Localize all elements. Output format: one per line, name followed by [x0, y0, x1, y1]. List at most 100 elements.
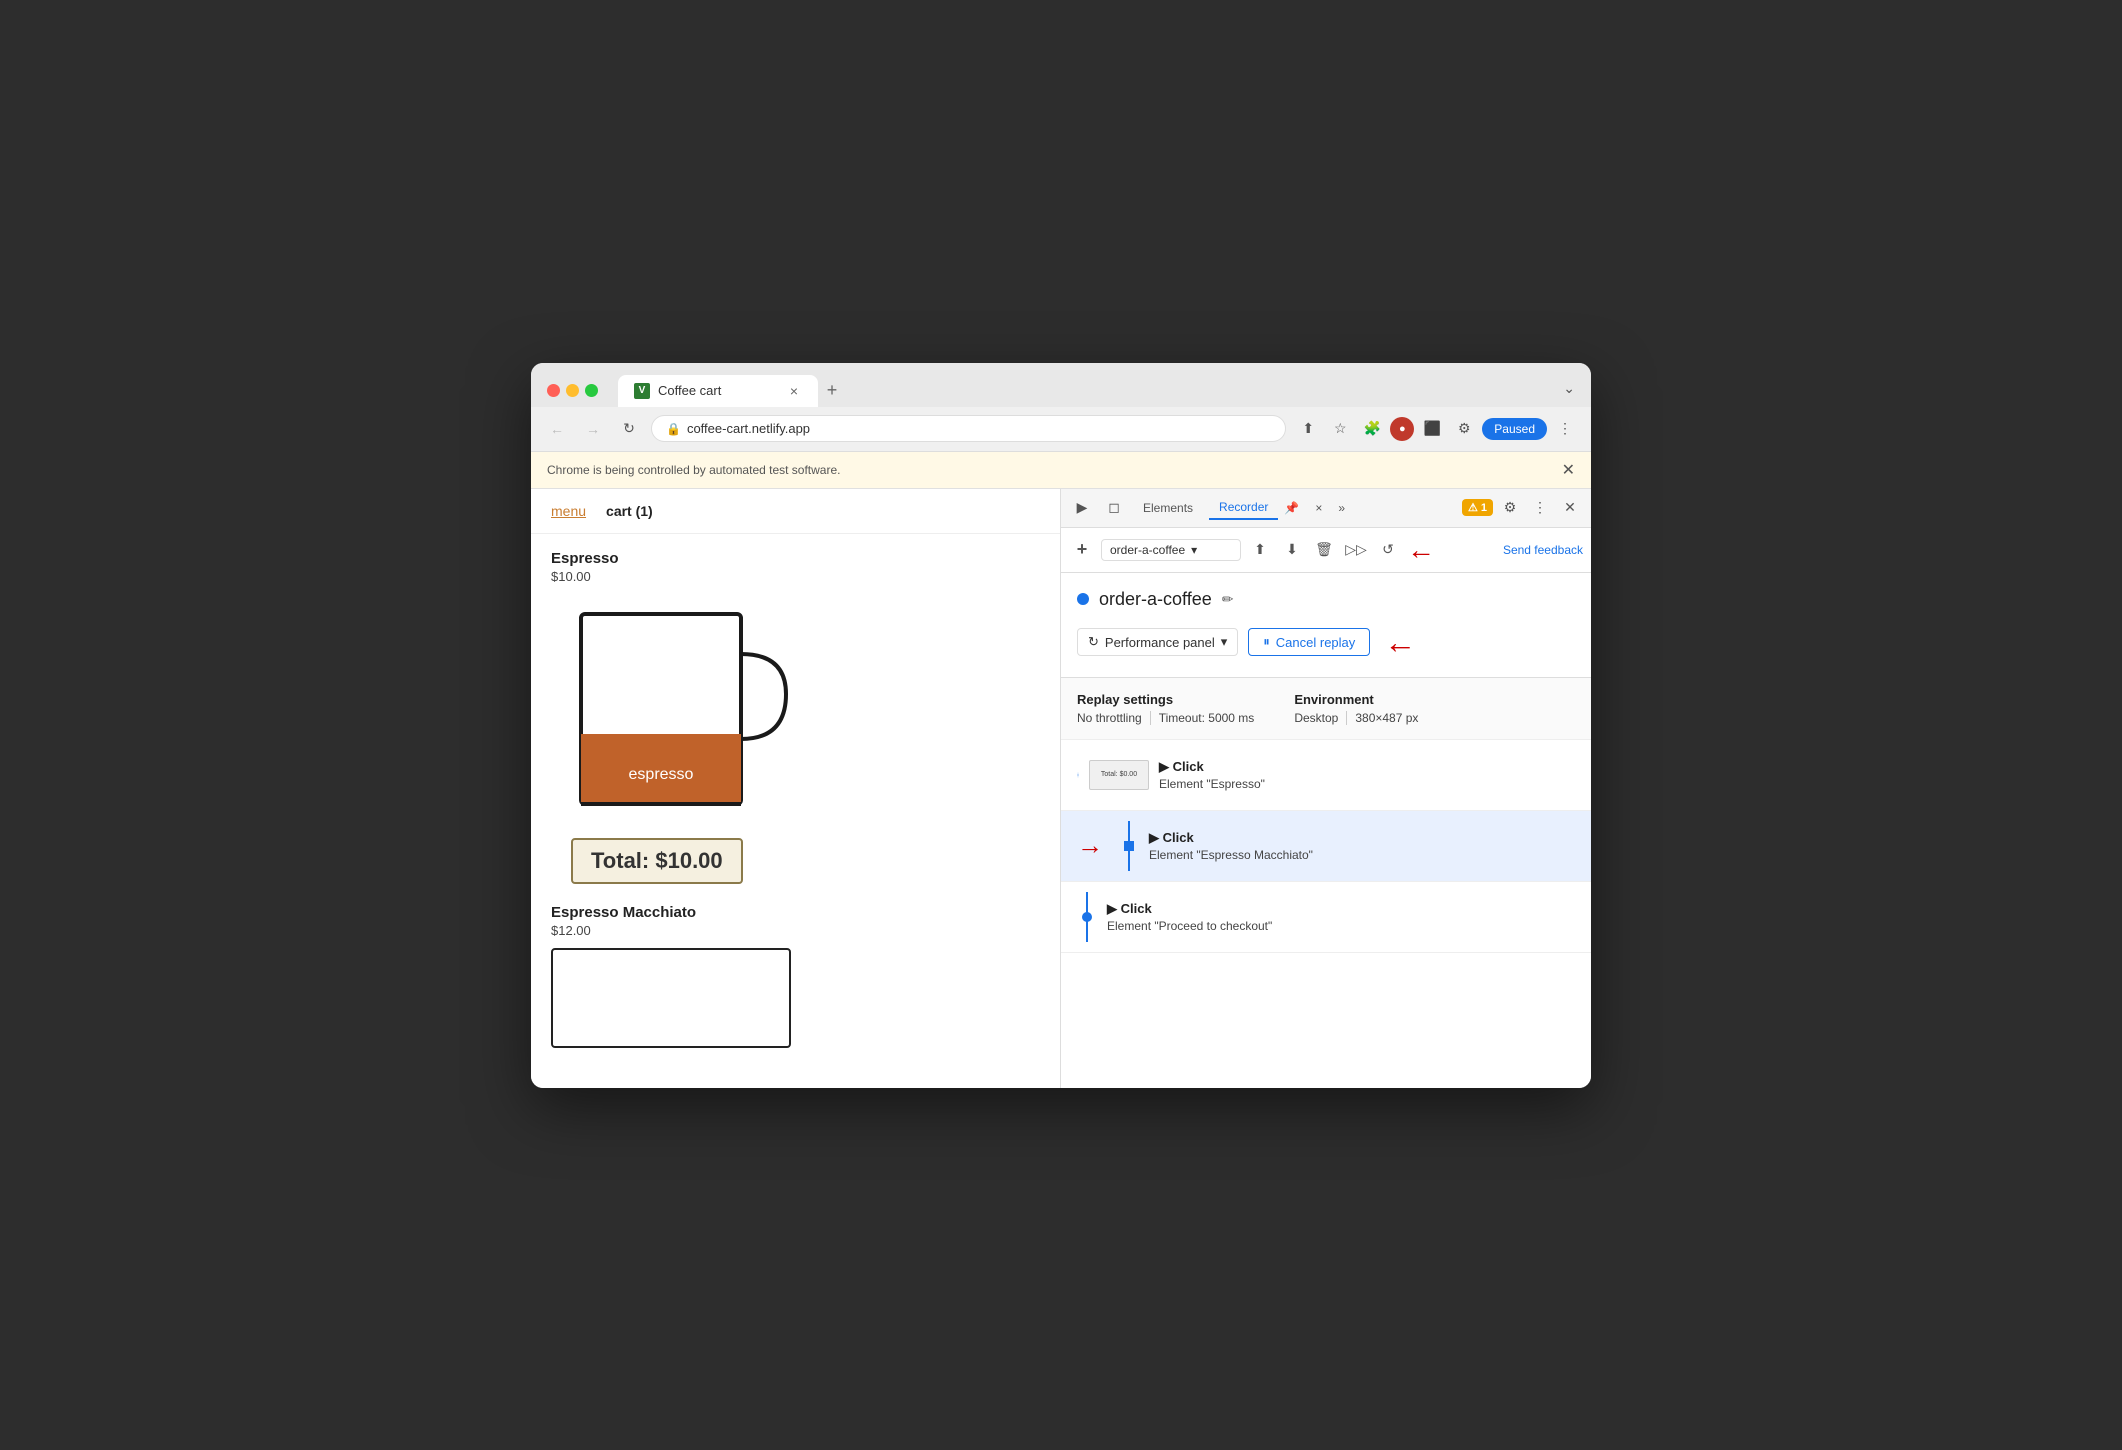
step-2[interactable]: → ▶ Click Element "Espresso Macchiato" [1061, 811, 1591, 882]
env-settings-divider [1346, 711, 1347, 725]
export-recording-button[interactable]: ⬆ [1247, 537, 1273, 563]
step-list: Total: $0.00 ▶ Click Element "Espresso" … [1061, 740, 1591, 1088]
automation-bar: Chrome is being controlled by automated … [531, 452, 1591, 489]
step-1[interactable]: Total: $0.00 ▶ Click Element "Espresso" [1061, 740, 1591, 811]
tab-close-button[interactable]: × [786, 383, 802, 399]
step1-content: ▶ Click Element "Espresso" [1159, 759, 1575, 791]
macchiato-price: $12.00 [551, 923, 1040, 938]
espresso-cup-svg: espresso [551, 594, 791, 854]
espresso-product: Espresso $10.00 espresso [551, 550, 1040, 884]
notification-badge: ⚠ 1 [1462, 499, 1493, 516]
desktop-label: Desktop [1294, 711, 1338, 725]
tab-favicon: V [634, 383, 650, 399]
cancel-replay-button[interactable]: ⏸ Cancel replay [1248, 628, 1370, 656]
traffic-lights [547, 384, 598, 397]
automation-notice-text: Chrome is being controlled by automated … [547, 463, 840, 477]
active-tab[interactable]: V Coffee cart × [618, 375, 818, 407]
inspect-tool-button[interactable]: ▶ [1069, 495, 1095, 521]
tab-title: Coffee cart [658, 383, 778, 398]
address-bar[interactable]: 🔒 coffee-cart.netlify.app [651, 415, 1286, 442]
title-bar: V Coffee cart × + ⌄ [531, 363, 1591, 407]
settings-right-col: Environment Desktop 380×487 px [1294, 692, 1418, 725]
paused-badge[interactable]: Paused [1482, 418, 1547, 440]
maximize-traffic-light[interactable] [585, 384, 598, 397]
recorder-pin-icon: 📌 [1284, 501, 1299, 515]
step3-timeline [1077, 892, 1097, 942]
step3-action: ▶ Click [1107, 901, 1575, 917]
svg-text:espresso: espresso [629, 766, 694, 783]
recorder-title-row: order-a-coffee ✏ [1077, 589, 1575, 610]
edit-recording-icon[interactable]: ✏ [1222, 591, 1234, 608]
step1-thumbnail: Total: $0.00 [1089, 760, 1149, 790]
macchiato-name: Espresso Macchiato [551, 904, 1040, 921]
perf-panel-label: Performance panel [1105, 635, 1215, 650]
site-menu-link[interactable]: menu [551, 503, 586, 519]
cancel-replay-label: Cancel replay [1276, 635, 1356, 650]
red-arrow-annotation-3: → [1077, 830, 1103, 861]
pause-icon: ⏸ [1263, 634, 1270, 650]
bookmark-icon[interactable]: ☆ [1326, 415, 1354, 443]
site-cart-link[interactable]: cart (1) [606, 503, 653, 519]
new-tab-button[interactable]: + [818, 377, 846, 405]
replay-settings-title: Replay settings [1077, 692, 1254, 707]
automation-close-button[interactable]: ✕ [1562, 460, 1575, 480]
step1-action: ▶ Click [1159, 759, 1575, 775]
step-3[interactable]: ▶ Click Element "Proceed to checkout" [1061, 882, 1591, 953]
delete-recording-button[interactable]: 🗑 [1311, 537, 1337, 563]
tab-end-controls: ⌄ [1563, 380, 1575, 401]
share-icon[interactable]: ⬆ [1294, 415, 1322, 443]
chevron-down-icon: ⌄ [1563, 380, 1575, 397]
menu-icon[interactable]: ⋮ [1551, 415, 1579, 443]
more-options-button[interactable]: ⋮ [1527, 495, 1553, 521]
macchiato-image [551, 948, 791, 1048]
replay-button[interactable]: ▷▷ [1343, 537, 1369, 563]
devtools-top-bar: ▶ ◻ Elements Recorder 📌 × » ⚠ 1 ⚙ ⋮ ✕ [1061, 489, 1591, 528]
device-mode-button[interactable]: ◻ [1101, 495, 1127, 521]
perf-dropdown-arrow: ▾ [1221, 634, 1228, 650]
step1-element: Element "Espresso" [1159, 777, 1575, 791]
settings-gear-button[interactable]: ⚙ [1497, 495, 1523, 521]
step2-element: Element "Espresso Macchiato" [1149, 848, 1575, 862]
close-devtools-button[interactable]: ✕ [1557, 495, 1583, 521]
tab-recorder[interactable]: Recorder [1209, 496, 1278, 520]
viewport-label: 380×487 px [1355, 711, 1418, 725]
settings-left-col: Replay settings No throttling Timeout: 5… [1077, 692, 1254, 725]
devtools-icon[interactable]: ⚙ [1450, 415, 1478, 443]
send-feedback-link[interactable]: Send feedback [1503, 543, 1583, 557]
minimize-traffic-light[interactable] [566, 384, 579, 397]
site-nav: menu cart (1) [531, 489, 1060, 534]
espresso-name: Espresso [551, 550, 1040, 567]
replay-speed-button[interactable]: ↺ [1375, 537, 1401, 563]
performance-panel-button[interactable]: ↻ Performance panel ▾ [1077, 628, 1238, 656]
forward-button[interactable]: → [579, 415, 607, 443]
add-recording-button[interactable]: + [1069, 537, 1095, 563]
recorder-controls-row: ↻ Performance panel ▾ ⏸ Cancel replay ← [1077, 624, 1575, 661]
espresso-price: $10.00 [551, 569, 1040, 584]
timeout-label: Timeout: 5000 ms [1159, 711, 1255, 725]
back-button[interactable]: ← [543, 415, 571, 443]
tab-close-devtools[interactable]: × [1305, 497, 1332, 519]
red-arrow-annotation-2: ← [1384, 624, 1416, 661]
close-traffic-light[interactable] [547, 384, 560, 397]
more-tabs-button[interactable]: » [1338, 501, 1345, 515]
perf-panel-icon: ↻ [1088, 634, 1099, 650]
recording-select[interactable]: order-a-coffee ▾ [1101, 539, 1241, 561]
step2-action: ▶ Click [1149, 830, 1575, 846]
step3-content: ▶ Click Element "Proceed to checkout" [1107, 901, 1575, 933]
tab-elements[interactable]: Elements [1133, 497, 1203, 519]
profile-icon[interactable]: ● [1390, 417, 1414, 441]
import-recording-button[interactable]: ⬇ [1279, 537, 1305, 563]
product-list: Espresso $10.00 espresso [531, 534, 1060, 1084]
nav-right-icons: ⬆ ☆ 🧩 ● ⬛ ⚙ Paused ⋮ [1294, 415, 1579, 443]
reload-button[interactable]: ↻ [615, 415, 643, 443]
step2-content: ▶ Click Element "Espresso Macchiato" [1149, 830, 1575, 862]
cast-icon[interactable]: ⬛ [1418, 415, 1446, 443]
recorder-title: order-a-coffee [1099, 589, 1212, 610]
step1-timeline [1077, 750, 1079, 800]
environment-title: Environment [1294, 692, 1418, 707]
no-throttling-label: No throttling [1077, 711, 1142, 725]
recording-status-dot [1077, 593, 1089, 605]
browser-window: V Coffee cart × + ⌄ ← → ↻ 🔒 coffee-cart.… [531, 363, 1591, 1088]
extensions-icon[interactable]: 🧩 [1358, 415, 1386, 443]
url-text: coffee-cart.netlify.app [687, 421, 810, 436]
